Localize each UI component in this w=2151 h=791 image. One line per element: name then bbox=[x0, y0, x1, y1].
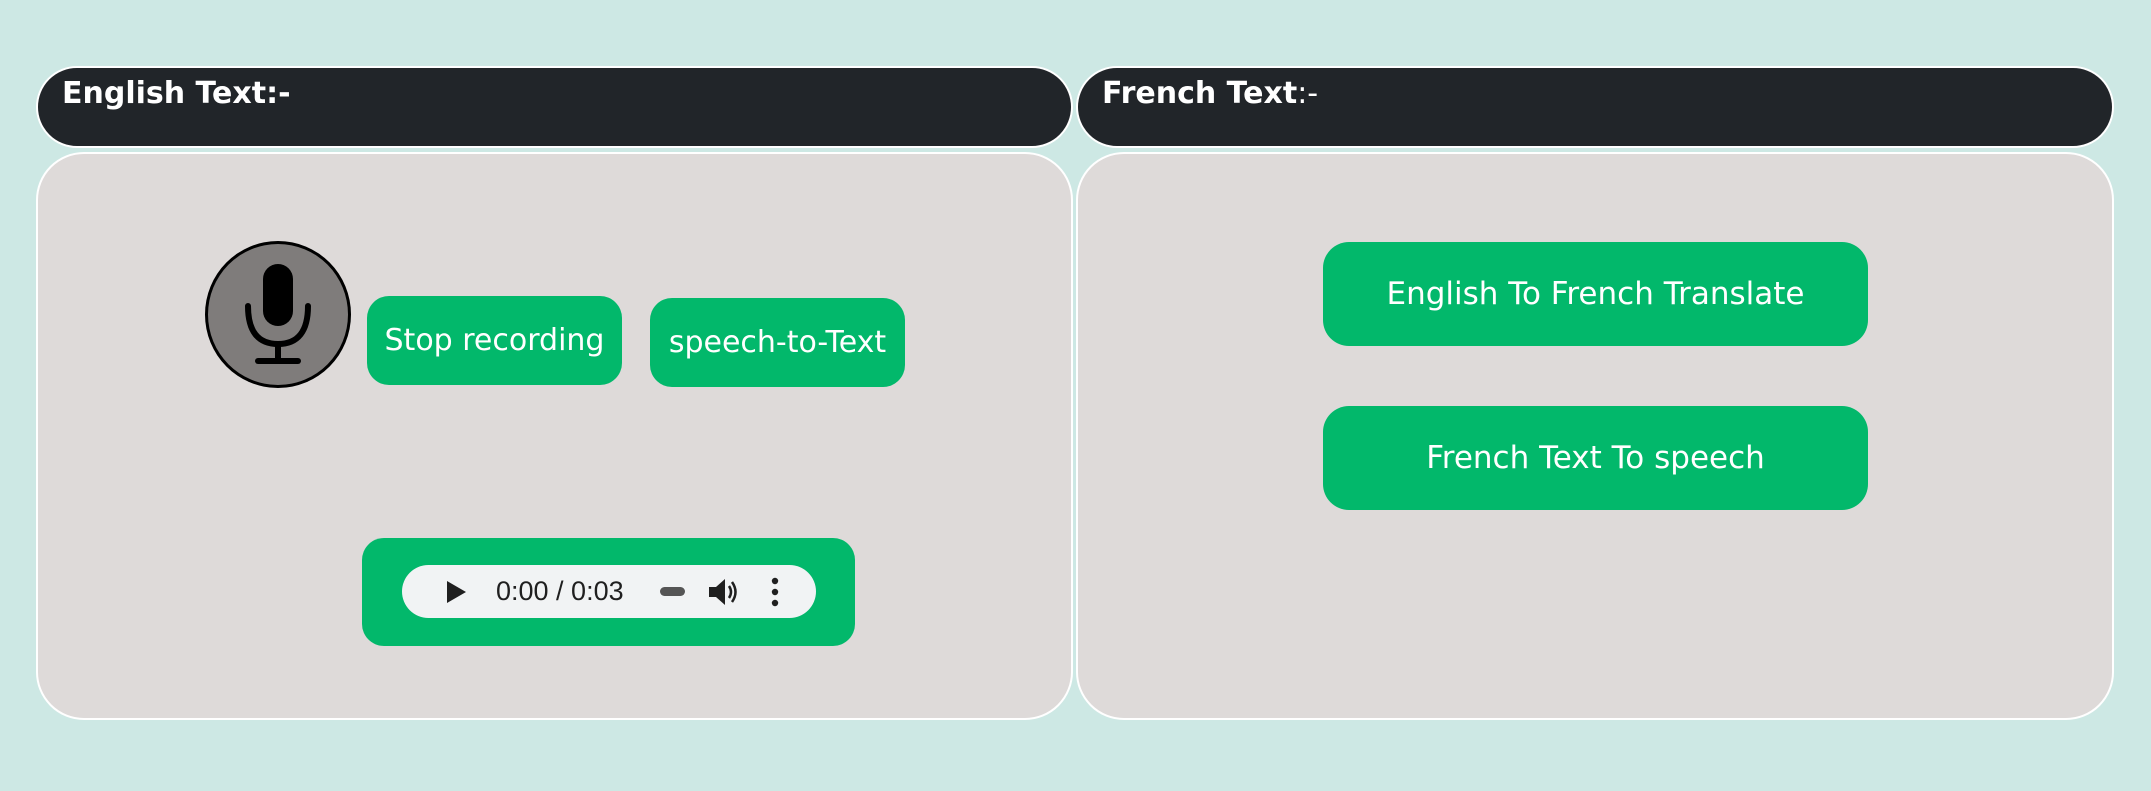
english-text-header: English Text:- bbox=[36, 66, 1073, 148]
stop-recording-button[interactable]: Stop recording bbox=[367, 296, 622, 385]
record-mic-button[interactable] bbox=[205, 241, 351, 388]
play-icon[interactable] bbox=[442, 579, 468, 605]
volume-icon[interactable] bbox=[706, 575, 740, 609]
audio-time: 0:00 / 0:03 bbox=[496, 576, 624, 606]
audio-player[interactable]: 0:00 / 0:03 bbox=[402, 565, 816, 618]
french-text-header: French Text:- bbox=[1076, 66, 2114, 148]
audio-player-container: 0:00 / 0:03 bbox=[362, 538, 855, 646]
microphone-icon bbox=[245, 264, 311, 364]
more-options-icon[interactable] bbox=[768, 575, 782, 609]
speech-to-text-button[interactable]: speech-to-Text bbox=[650, 298, 905, 387]
french-text-title: French Text:- bbox=[1102, 76, 1319, 111]
english-text-title: English Text:- bbox=[62, 76, 291, 111]
audio-progress-bar[interactable] bbox=[660, 587, 685, 596]
french-text-to-speech-button[interactable]: French Text To speech bbox=[1323, 406, 1868, 510]
english-to-french-translate-button[interactable]: English To French Translate bbox=[1323, 242, 1868, 346]
